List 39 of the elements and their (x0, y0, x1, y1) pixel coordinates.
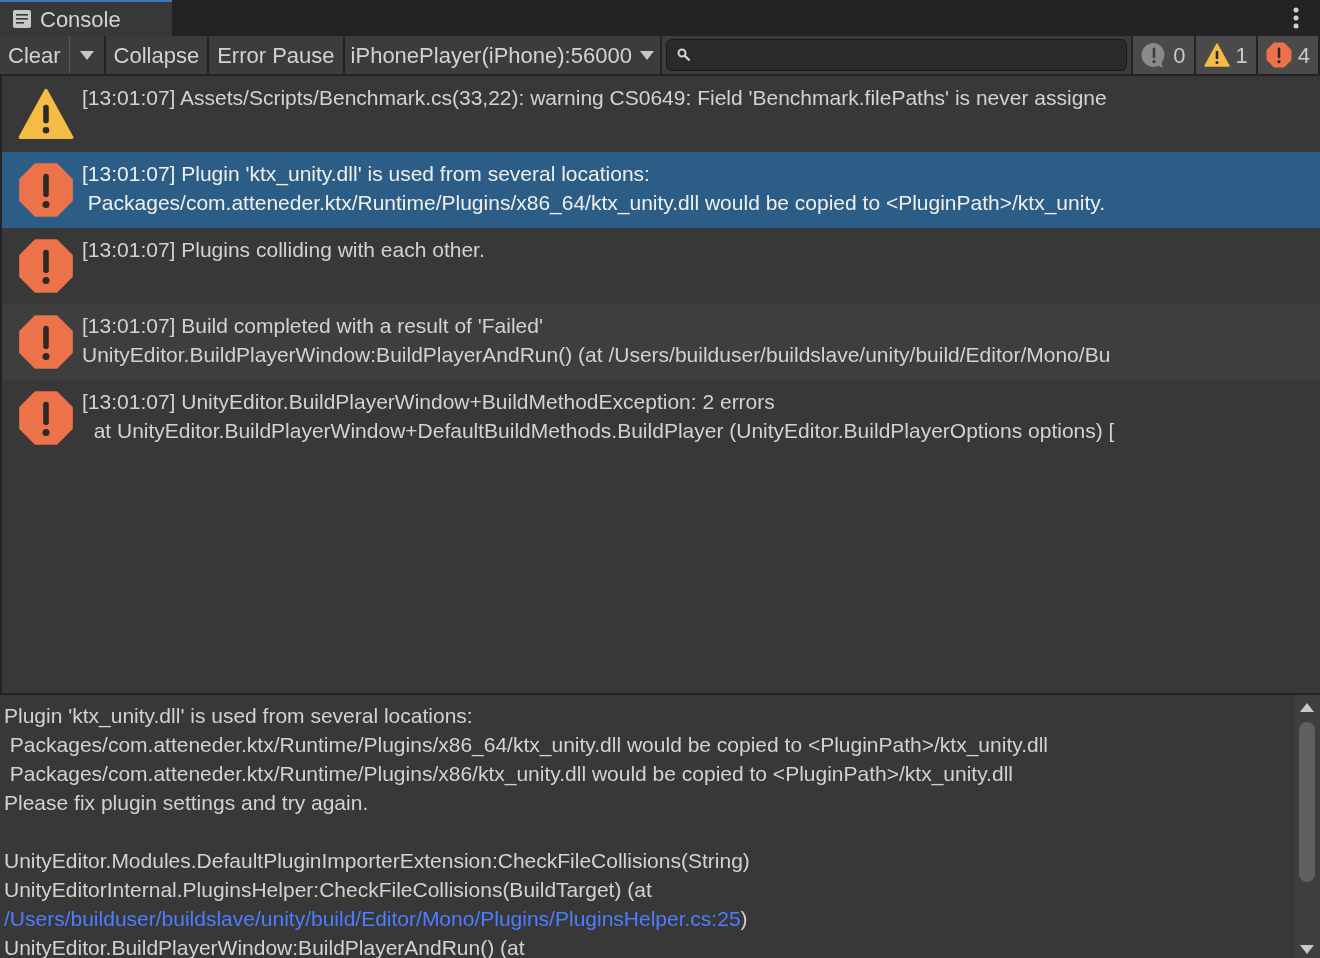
console-tab[interactable]: Console (0, 0, 172, 36)
log-message-line: [13:01:07] Build completed with a result of 'Failed' (82, 313, 544, 339)
warning-icon (18, 86, 74, 142)
list-icon (12, 9, 32, 29)
target-dropdown[interactable]: iPhonePlayer(iPhone):56000 (344, 36, 662, 74)
search-field[interactable] (665, 39, 1128, 71)
scroll-down-icon[interactable] (1300, 945, 1314, 954)
log-count-toggle[interactable]: 0 (1133, 36, 1196, 74)
more-options-icon[interactable] (1292, 6, 1300, 30)
scrollbar-thumb[interactable] (1299, 722, 1315, 882)
detail-line: UnityEditor.Modules.DefaultPluginImporterExtension:CheckFileCollisions(String) (4, 848, 751, 874)
stack-trace-text: ) (740, 906, 748, 932)
log-entry[interactable]: [13:01:07] Plugin 'ktx_unity.dll' is used from several locations: Packages/com.atteneder.ktx/Runtime/Plugins/x86_64/ktx_unity.dll would be copied to <PluginPath>/ktx_unity. (2, 152, 1320, 228)
log-message-line: [13:01:07] Plugins colliding with each other. (82, 237, 485, 263)
error-icon (18, 238, 74, 294)
log-message-line: [13:01:07] Plugin 'ktx_unity.dll' is used from several locations: (82, 161, 651, 188)
log-message-line: [13:01:07] Assets/Scripts/Benchmark.cs(33,22): warning CS0649: Field 'Benchmark.filePaths' is never assigne (82, 85, 1107, 111)
log-entry[interactable]: [13:01:07] Build completed with a result of 'Failed' UnityEditor.BuildPlayerWindow:BuildPlayerAndRun() (at /Users/builduser/buildslave/unity/build/Editor/Mono/Bu (2, 304, 1320, 380)
error-icon (18, 390, 74, 446)
log-count-toggle[interactable]: 1 (1195, 36, 1258, 74)
caret-icon (79, 50, 94, 60)
error-icon (18, 314, 74, 370)
detail-line: Packages/com.atteneder.ktx/Runtime/Plugins/x86_64/ktx_unity.dll would be copied to <PluginPath>/ktx_unity.dll (8, 732, 1049, 759)
caret-icon (639, 50, 654, 60)
detail-line: Plugin 'ktx_unity.dll' is used from several locations: (4, 703, 474, 730)
detail-line: Please fix plugin settings and try again. (4, 790, 370, 816)
detail-line: Packages/com.atteneder.ktx/Runtime/Plugins/x86/ktx_unity.dll would be copied to <PluginPath>/ktx_unity.dll (8, 761, 1014, 788)
detail-line: UnityEditorInternal.PluginsHelper:CheckFileCollisions(BuildTarget) (at (4, 877, 653, 903)
log-message-line: [13:01:07] UnityEditor.BuildPlayerWindow+BuildMethodException: 2 errors (82, 389, 776, 415)
search-icon (676, 48, 691, 62)
error-icon (1265, 42, 1292, 68)
log-message-line: Packages/com.atteneder.ktx/Runtime/Plugins/x86_64/ktx_unity.dll would be copied to <PluginPath>/ktx_unity. (86, 190, 1105, 217)
log-message-line: UnityEditor.BuildPlayerWindow:BuildPlayerAndRun() (at /Users/builduser/buildslave/unity/build/Editor/Mono/Bu (82, 342, 1111, 368)
warning-icon (1203, 42, 1230, 68)
log-count-toggle[interactable]: 4 (1257, 36, 1320, 74)
log-message-line: at UnityEditor.BuildPlayerWindow+DefaultBuildMethods.BuildPlayer (UnityEditor.BuildPlayerOptions options) [ (92, 418, 1115, 444)
error-icon (18, 162, 74, 218)
scrollbar[interactable] (1294, 695, 1320, 958)
scroll-up-icon[interactable] (1300, 703, 1314, 712)
